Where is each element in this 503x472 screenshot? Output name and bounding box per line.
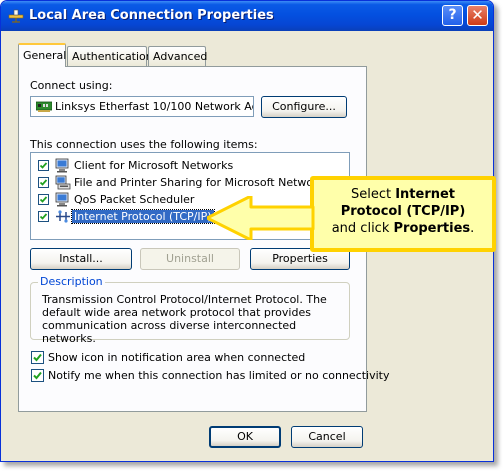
- help-button[interactable]: ?: [442, 5, 463, 26]
- list-item-label: QoS Packet Scheduler: [74, 193, 195, 206]
- checkmark-icon: [39, 213, 48, 220]
- instruction-callout: Select Internet Protocol (TCP/IP) and cl…: [310, 176, 496, 252]
- callout-line3-text: and click: [331, 221, 394, 236]
- items-label: This connection uses the following items…: [30, 138, 258, 151]
- window-title: Local Area Connection Properties: [29, 8, 274, 23]
- file-printer-sharing-icon: [55, 175, 71, 190]
- list-item-label: File and Printer Sharing for Microsoft N…: [74, 176, 330, 189]
- checkmark-icon: [39, 162, 48, 169]
- tab-advanced[interactable]: Advanced: [148, 46, 208, 66]
- list-item-label: Client for Microsoft Networks: [74, 159, 234, 172]
- show-icon-label[interactable]: Show icon in notification area when conn…: [48, 351, 305, 364]
- callout-line2-bold: Protocol (TCP/IP): [340, 204, 466, 219]
- checkmark-icon: [33, 353, 42, 362]
- network-client-icon: [55, 158, 69, 173]
- callout-text: Select Internet Protocol (TCP/IP) and cl…: [310, 186, 496, 237]
- network-adapter-icon: [36, 101, 52, 112]
- item-checkbox[interactable]: [38, 211, 49, 222]
- tab-authentication-label: Authentication: [72, 50, 153, 63]
- cancel-button-label: Cancel: [308, 430, 346, 443]
- tab-general-label: General: [23, 49, 67, 62]
- item-checkbox[interactable]: [38, 160, 49, 171]
- configure-button-label: Configure...: [272, 100, 336, 113]
- adapter-name: Linksys Etherfast 10/100 Network Adapte: [55, 100, 253, 113]
- ok-button-label: OK: [237, 430, 253, 443]
- tcpip-protocol-icon: [56, 210, 70, 223]
- properties-button-label: Properties: [272, 252, 328, 265]
- tab-general[interactable]: General: [18, 43, 66, 67]
- help-icon: ?: [448, 7, 457, 23]
- notify-label[interactable]: Notify me when this connection has limit…: [48, 369, 390, 382]
- description-text: Transmission Control Protocol/Internet P…: [42, 293, 327, 345]
- show-icon-checkbox[interactable]: [31, 351, 44, 364]
- list-item-client[interactable]: Client for Microsoft Networks: [31, 157, 349, 174]
- callout-line3-bold: Properties: [393, 221, 471, 236]
- close-button[interactable]: ✕: [467, 5, 488, 26]
- configure-button[interactable]: Configure...: [261, 96, 347, 118]
- tab-advanced-label: Advanced: [153, 50, 208, 63]
- checkmark-icon: [33, 371, 42, 380]
- callout-line1-text: Select: [350, 187, 396, 202]
- item-checkbox[interactable]: [38, 194, 49, 205]
- cancel-button[interactable]: Cancel: [291, 426, 363, 448]
- item-checkbox[interactable]: [38, 177, 49, 188]
- callout-arrow-icon: [207, 196, 315, 240]
- title-bar[interactable]: Local Area Connection Properties ? ✕: [1, 1, 493, 31]
- adapter-field: Linksys Etherfast 10/100 Network Adapte: [30, 96, 254, 117]
- uninstall-button-label: Uninstall: [166, 252, 214, 265]
- install-button[interactable]: Install...: [30, 248, 132, 270]
- description-legend: Description: [38, 275, 105, 288]
- install-button-label: Install...: [59, 252, 103, 265]
- list-item-file-printer-sharing[interactable]: File and Printer Sharing for Microsoft N…: [31, 174, 349, 191]
- callout-line3-end: .: [470, 221, 475, 236]
- close-icon: ✕: [471, 6, 484, 24]
- network-connection-icon: [8, 9, 24, 23]
- uninstall-button[interactable]: Uninstall: [140, 248, 240, 270]
- qos-scheduler-icon: [55, 192, 69, 207]
- checkmark-icon: [39, 179, 48, 186]
- callout-line1-bold: Internet: [395, 187, 456, 202]
- checkmark-icon: [39, 196, 48, 203]
- connect-using-label: Connect using:: [30, 79, 113, 92]
- list-item-label: Internet Protocol (TCP/IP): [71, 209, 215, 224]
- tab-authentication[interactable]: Authentication: [67, 46, 153, 66]
- ok-button[interactable]: OK: [209, 426, 281, 448]
- notify-checkbox[interactable]: [31, 369, 44, 382]
